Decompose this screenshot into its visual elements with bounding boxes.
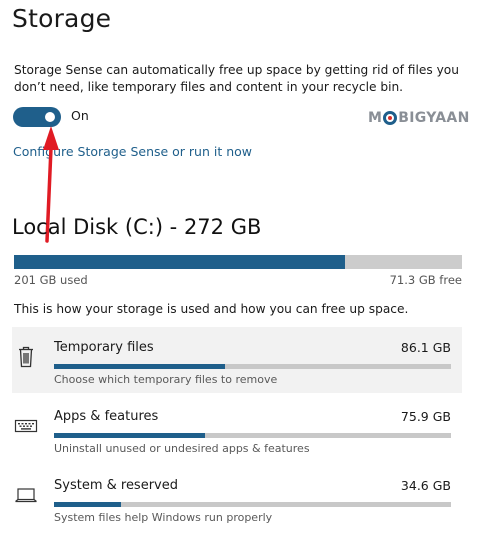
category-temporary-files[interactable]: Temporary files 86.1 GB Choose which tem… [12, 327, 462, 393]
page-title: Storage [12, 4, 112, 33]
watermark-logo: M BIGYAAN [368, 110, 470, 126]
configure-storage-sense-link[interactable]: Configure Storage Sense or run it now [13, 144, 252, 159]
toggle-state-label: On [71, 108, 89, 123]
watermark-o-icon [383, 111, 398, 125]
category-usage-bar [54, 502, 451, 507]
disk-used-label: 201 GB used [14, 273, 88, 287]
category-usage-bar-fill [54, 433, 205, 438]
category-size: 86.1 GB [400, 340, 451, 355]
category-name: Temporary files [54, 340, 154, 355]
toggle-knob [45, 112, 55, 122]
disk-usage-bar [14, 255, 462, 269]
category-usage-bar-fill [54, 502, 122, 507]
storage-usage-info: This is how your storage is used and how… [14, 302, 409, 316]
storage-sense-toggle[interactable] [13, 107, 61, 127]
keyboard-icon [14, 414, 38, 438]
disk-free-label: 71.3 GB free [389, 273, 462, 287]
category-system-reserved[interactable]: System & reserved 34.6 GB System files h… [12, 465, 462, 531]
disk-title: Local Disk (C:) - 272 GB [12, 215, 262, 239]
watermark-text-end: BIGYAAN [398, 110, 470, 126]
category-usage-bar-fill [54, 364, 225, 369]
laptop-icon [14, 483, 38, 507]
category-name: System & reserved [54, 478, 178, 493]
category-size: 34.6 GB [400, 478, 451, 493]
category-apps-features[interactable]: Apps & features 75.9 GB Uninstall unused… [12, 396, 462, 462]
storage-sense-description: Storage Sense can automatically free up … [14, 63, 459, 94]
trash-icon [14, 345, 38, 369]
category-description: Uninstall unused or undesired apps & fea… [54, 442, 310, 455]
category-name: Apps & features [54, 409, 159, 424]
category-usage-bar [54, 364, 451, 369]
category-description: Choose which temporary files to remove [54, 373, 278, 386]
category-size: 75.9 GB [400, 409, 451, 424]
category-usage-bar [54, 433, 451, 438]
category-description: System files help Windows run properly [54, 511, 273, 524]
disk-usage-bar-fill [14, 255, 345, 269]
watermark-text-start: M [368, 110, 383, 126]
